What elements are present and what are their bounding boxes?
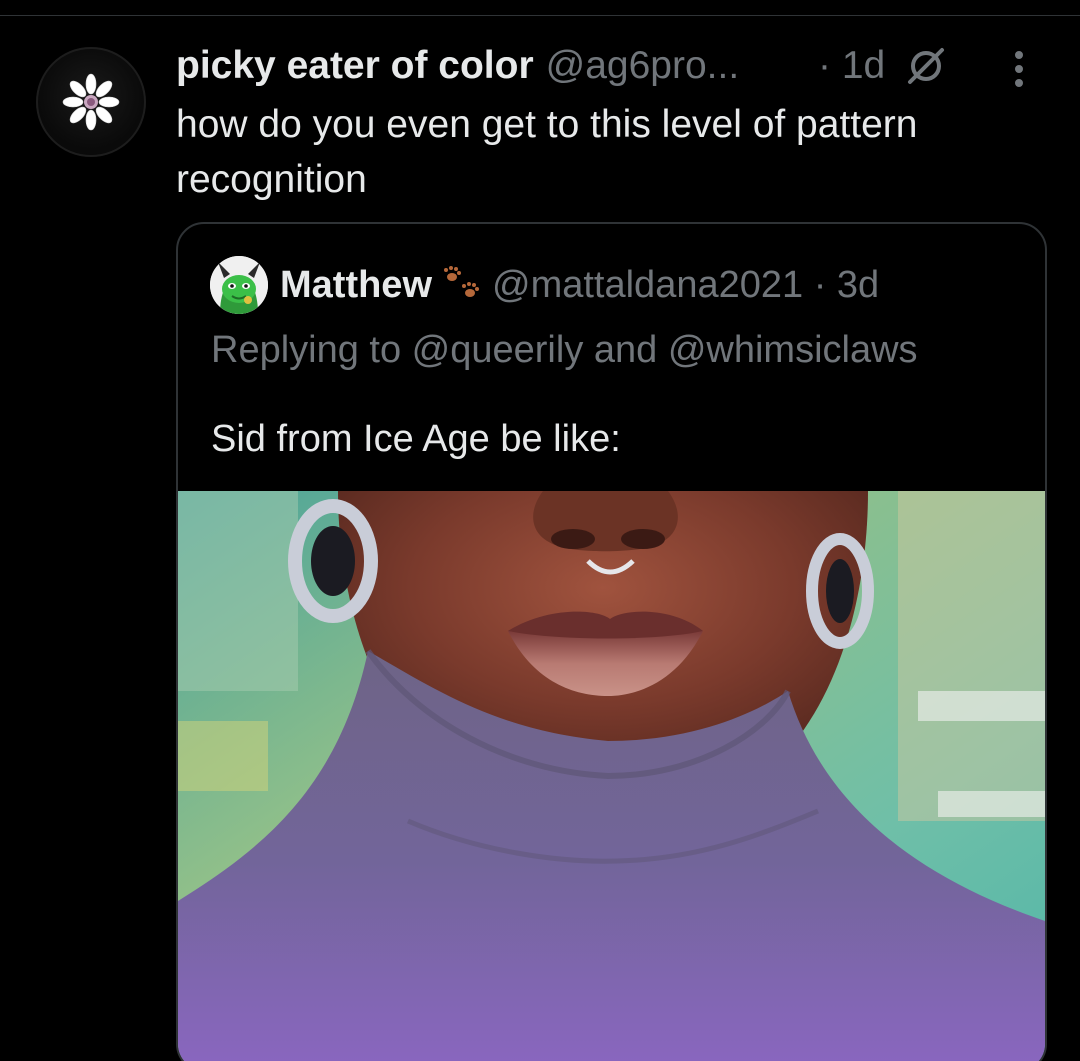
green-dragon-avatar <box>210 256 268 314</box>
paw-prints-icon <box>444 265 479 297</box>
tweet-screen: picky eater of color @ag6pro... · 1d how … <box>0 0 1080 1061</box>
quoted-author-avatar[interactable] <box>210 256 268 314</box>
quoted-tweet-timestamp[interactable]: · 3d <box>814 264 879 306</box>
author-handle[interactable]: @ag6pro... <box>546 44 740 87</box>
quoted-tweet-text: Sid from Ice Age be like: <box>211 418 621 460</box>
replying-to-text[interactable]: Replying to @queerily and @whimsiclaws <box>211 325 918 375</box>
close-up-portrait-photo <box>178 491 1045 1061</box>
quoted-author-handle[interactable]: @mattaldana2021 <box>492 264 803 306</box>
quoted-author-display-name[interactable]: Matthew <box>280 264 432 306</box>
daisy-flower-icon <box>62 73 120 131</box>
tweet-header: picky eater of color @ag6pro... · 1d <box>176 40 1023 92</box>
quoted-tweet-photo[interactable] <box>178 491 1045 1061</box>
grok-icon[interactable] <box>904 46 948 86</box>
divider <box>0 15 1080 16</box>
quoted-tweet-header: Matthew @mattaldana2021 · 3d <box>280 260 879 310</box>
tweet-timestamp[interactable]: · 1d <box>818 40 885 92</box>
author-avatar[interactable] <box>36 47 146 157</box>
quoted-tweet-card[interactable]: Matthew @mattaldana2021 · 3d Replying to… <box>176 222 1047 1061</box>
author-display-name[interactable]: picky eater of color <box>176 44 534 87</box>
tweet-text: how do you even get to this level of pat… <box>176 103 918 201</box>
more-options-icon[interactable] <box>1012 50 1026 88</box>
